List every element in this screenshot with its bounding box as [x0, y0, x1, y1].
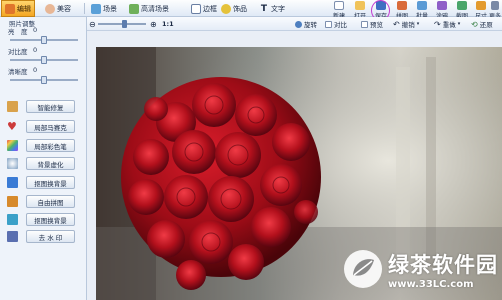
puzzle-icon: [397, 1, 407, 10]
effect-mosaic: ♥ 局部马赛克: [7, 120, 81, 134]
watermark-site-name: 绿茶软件园: [388, 252, 498, 277]
redo-icon: ↷: [434, 19, 441, 29]
preview-label: 预览: [370, 21, 383, 29]
sharpness-label: 清晰度: [8, 68, 28, 76]
cutout-icon: [7, 177, 18, 188]
blur-button[interactable]: 背景虚化: [26, 157, 75, 170]
zoom-out-icon[interactable]: ⊖: [89, 19, 96, 29]
smart-fix-button[interactable]: 智能修复: [26, 100, 75, 113]
undo-button[interactable]: ↶ 撤销 ▾: [393, 19, 420, 30]
free-puzzle-button[interactable]: 自由拼图: [26, 195, 75, 208]
sharpness-slider-thumb[interactable]: [41, 76, 47, 84]
tab-text[interactable]: T 文字: [256, 0, 288, 17]
rotate-button[interactable]: 旋转: [295, 19, 317, 29]
cutout-button[interactable]: 抠图换背景: [26, 176, 75, 189]
effect-color-pen: 局部彩色笔: [7, 139, 81, 153]
effect-blur: 背景虚化: [7, 157, 81, 171]
blur-icon: [7, 158, 18, 169]
effect-bg-swap: 抠图换背景: [7, 213, 81, 227]
zoom-slider-thumb[interactable]: [121, 20, 127, 28]
redo-label: 重做: [442, 21, 456, 29]
color-pen-icon: [7, 140, 18, 151]
tea-leaf-logo-icon: [344, 250, 382, 288]
brightness-label: 亮 度: [8, 28, 28, 36]
site-watermark: 绿茶软件园 www.33LC.com: [342, 248, 498, 290]
watermark-url: www.33LC.com: [388, 278, 474, 290]
zoom-ratio-button[interactable]: 1:1: [162, 19, 174, 29]
effect-cutout: 抠图换背景: [7, 176, 81, 190]
bg-swap-icon: [7, 214, 18, 225]
color-pen-button[interactable]: 局部彩色笔: [26, 139, 75, 152]
canvas-toolbar: ⊖ ⊕ 1:1 旋转 对比 预览 ↶ 撤销 ▾ ↷ 重做 ▾ ⟲ 还原: [87, 17, 502, 31]
sharpness-value: 0: [33, 66, 38, 74]
rotate-icon: [295, 20, 302, 28]
redo-dropdown-icon[interactable]: ▾: [458, 21, 461, 27]
contrast-label: 对比度: [8, 48, 28, 56]
size-icon: [476, 1, 486, 10]
face-icon: [45, 3, 55, 14]
tab-text-label: 文字: [271, 4, 285, 13]
mosaic-button[interactable]: 局部马赛克: [26, 120, 75, 133]
accessory-icon: [221, 3, 231, 14]
tab-accessory-label: 饰品: [233, 4, 247, 13]
restore-button[interactable]: ⟲ 还原: [471, 19, 493, 30]
text-icon: T: [260, 3, 268, 14]
tab-scene[interactable]: 场景: [88, 0, 120, 17]
watermark-remove-icon: [7, 231, 18, 242]
open-icon: [355, 1, 365, 10]
compare-icon: [325, 20, 332, 28]
frame-icon: [191, 3, 201, 14]
new-icon: [334, 1, 344, 10]
photo-preview[interactable]: 绿茶软件园 www.33LC.com: [96, 47, 502, 300]
zoom-in-icon[interactable]: ⊕: [150, 19, 157, 29]
undo-icon: ↶: [393, 19, 400, 29]
effect-smart-fix: 智能修复: [7, 100, 81, 114]
smart-fix-icon: [7, 101, 18, 112]
contrast-value: 0: [33, 46, 38, 54]
batch-icon: [417, 1, 427, 10]
tab-hd-scene[interactable]: 高清场景: [126, 0, 172, 17]
photo-editor-window: 编辑 美容 场景 高清场景 边框 饰品 T 文字 新建: [0, 0, 502, 300]
bg-swap-button[interactable]: 抠图换背景: [26, 213, 75, 226]
effect-free-puzzle: 自由拼图: [7, 195, 81, 209]
watermark-text: 绿茶软件园 www.33LC.com: [388, 249, 498, 290]
restore-label: 还原: [479, 21, 493, 29]
rotate-label: 旋转: [304, 21, 317, 29]
tab-beauty[interactable]: 美容: [42, 0, 74, 17]
preview-button[interactable]: 预览: [361, 19, 383, 29]
tab-accessory[interactable]: 饰品: [218, 0, 250, 17]
effect-watermark-remove: 去 水 印: [7, 230, 81, 244]
scene-icon: [91, 3, 101, 14]
tab-beauty-label: 美容: [57, 4, 71, 13]
undo-label: 撤销: [401, 21, 415, 29]
screenshot-icon: [457, 1, 467, 10]
hd-scene-icon: [129, 3, 139, 14]
mosaic-icon: ♥: [7, 120, 17, 133]
tab-frame-label: 边框: [203, 4, 217, 13]
adjustment-panel: 照片调整 亮 度 0 对比度 0 清晰度 0 智能修复 ♥ 局部马赛克 局部彩色…: [0, 17, 87, 300]
tab-edit-label: 编辑: [17, 4, 31, 13]
brightness-value: 0: [33, 26, 38, 34]
tab-hd-scene-label: 高清场景: [141, 4, 169, 13]
edit-icon: [5, 3, 15, 14]
tab-divider: [84, 3, 85, 14]
top-menu-bar: 编辑 美容 场景 高清场景 边框 饰品 T 文字 新建: [0, 0, 502, 21]
preview-icon: [361, 20, 368, 28]
restore-icon: ⟲: [471, 19, 478, 29]
brightness-slider-thumb[interactable]: [41, 36, 47, 44]
doodle-icon: [437, 1, 447, 10]
contrast-slider-thumb[interactable]: [41, 56, 47, 64]
redo-button[interactable]: ↷ 重做 ▾: [434, 19, 461, 30]
tab-scene-label: 场景: [103, 4, 117, 13]
watermark-remove-button[interactable]: 去 水 印: [26, 230, 75, 243]
tab-edit[interactable]: 编辑: [1, 0, 35, 17]
more-icon: [491, 1, 499, 10]
free-puzzle-icon: [7, 196, 18, 207]
compare-button[interactable]: 对比: [325, 19, 347, 29]
undo-dropdown-icon[interactable]: ▾: [417, 21, 420, 27]
tab-frame[interactable]: 边框: [188, 0, 220, 17]
image-canvas: 绿茶软件园 www.33LC.com: [87, 31, 502, 300]
compare-label: 对比: [334, 21, 347, 29]
